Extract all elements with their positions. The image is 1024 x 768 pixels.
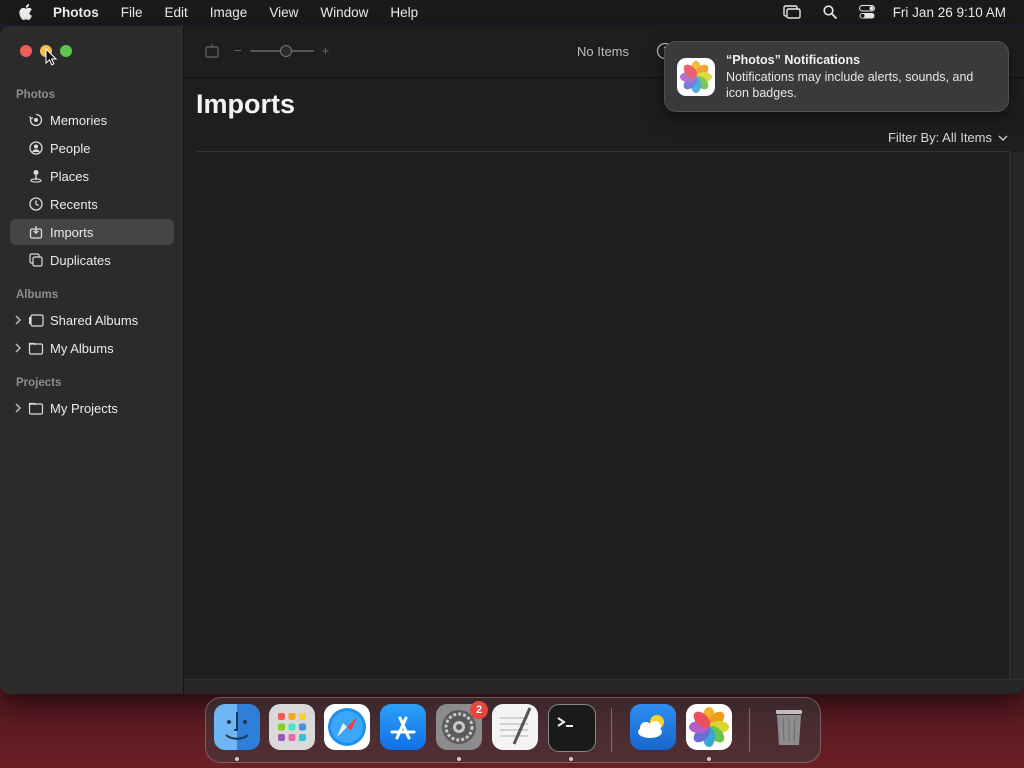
chevron-right-icon[interactable] — [14, 342, 24, 354]
sidebar-item-my-albums[interactable]: My Albums — [10, 335, 174, 361]
dock-textedit-icon[interactable] — [492, 704, 538, 750]
notification-body: Notifications may include alerts, sounds… — [726, 70, 974, 100]
chevron-right-icon[interactable] — [14, 402, 24, 414]
dock-running-indicator — [569, 757, 573, 761]
dock-app-store-icon[interactable] — [380, 704, 426, 750]
section-label-albums: Albums — [16, 289, 59, 301]
sidebar-item-label: Places — [50, 168, 90, 184]
page-title: Imports — [196, 89, 296, 119]
zoom-slider-knob[interactable] — [279, 44, 292, 57]
main-content: − + No Items Imports Filter By: All Item… — [184, 26, 1024, 694]
apple-menu-icon[interactable] — [19, 4, 35, 20]
people-icon — [28, 140, 44, 156]
menu-bar: Photos File Edit Image View Window Help … — [0, 0, 1024, 24]
section-label-photos: Photos — [16, 89, 55, 101]
sidebar-item-label: Duplicates — [50, 252, 111, 268]
recents-icon — [28, 196, 44, 212]
horizontal-scrollbar[interactable] — [184, 679, 1024, 694]
filter-label[interactable]: Filter By: All Items — [888, 130, 992, 145]
zoom-in-icon[interactable]: + — [322, 43, 330, 58]
dock-running-indicator — [235, 757, 239, 761]
dock-launchpad-icon[interactable] — [269, 704, 315, 750]
imports-icon — [28, 224, 44, 240]
dock-separator — [611, 708, 612, 752]
dock-separator — [749, 708, 750, 752]
shared-albums-icon — [28, 312, 44, 328]
memories-icon — [28, 112, 44, 128]
zoom-window-button[interactable] — [60, 45, 72, 57]
dock: 2 — [205, 697, 821, 763]
dock-safari-icon[interactable] — [324, 704, 370, 750]
sidebar-item-recents[interactable]: Recents — [10, 191, 174, 217]
menu-help[interactable]: Help — [390, 5, 418, 20]
sidebar-item-label: My Projects — [50, 400, 118, 416]
menu-app-name[interactable]: Photos — [53, 5, 99, 20]
sidebar-item-people[interactable]: People — [10, 135, 174, 161]
section-label-projects: Projects — [16, 377, 62, 389]
filter-menu[interactable]: Filter By: All Items — [888, 130, 1008, 145]
sidebar-item-places[interactable]: Places — [10, 163, 174, 189]
sidebar-item-imports[interactable]: Imports — [10, 219, 174, 245]
menu-edit[interactable]: Edit — [165, 5, 188, 20]
menu-file[interactable]: File — [121, 5, 143, 20]
sidebar-item-label: Shared Albums — [50, 312, 139, 328]
vertical-scrollbar[interactable] — [1009, 152, 1024, 680]
mouse-cursor-icon — [45, 47, 58, 71]
menubar-clock[interactable]: Fri Jan 26 9:10 AM — [893, 5, 1006, 20]
zoom-slider-track[interactable] — [249, 44, 314, 57]
dock-trash-icon[interactable] — [766, 704, 812, 750]
folder-icon — [28, 400, 44, 416]
dock-photos-icon[interactable] — [686, 704, 732, 750]
spotlight-search-icon[interactable] — [823, 5, 837, 19]
control-center-icon[interactable] — [858, 5, 875, 19]
sidebar-item-duplicates[interactable]: Duplicates — [10, 247, 174, 273]
rotate-icon[interactable] — [203, 43, 221, 64]
menu-view[interactable]: View — [269, 5, 298, 20]
sidebar-item-label: Memories — [50, 112, 108, 128]
photos-window: Photos Memories People Places Recents Im… — [0, 26, 1024, 694]
notification-banner[interactable]: “Photos” Notifications Notifications may… — [664, 41, 1009, 112]
chevron-right-icon[interactable] — [14, 314, 24, 326]
photos-app-icon — [677, 58, 715, 96]
dock-running-indicator — [457, 757, 461, 761]
places-icon — [28, 168, 44, 184]
sidebar: Photos Memories People Places Recents Im… — [0, 26, 184, 694]
notification-title: “Photos” Notifications — [726, 53, 861, 67]
sidebar-item-label: Recents — [50, 196, 98, 212]
photo-grid-area[interactable] — [184, 152, 1010, 680]
zoom-slider[interactable]: − + — [234, 43, 329, 58]
screen-mirroring-icon[interactable] — [782, 5, 801, 19]
sidebar-item-label: My Albums — [50, 340, 114, 356]
folder-icon — [28, 340, 44, 356]
sidebar-item-shared-albums[interactable]: Shared Albums — [10, 307, 174, 333]
item-count-label: No Items — [577, 44, 630, 59]
notification-badge: 2 — [470, 701, 488, 719]
dock-finder-icon[interactable] — [214, 704, 260, 750]
duplicates-icon — [28, 252, 44, 268]
chevron-down-icon[interactable] — [998, 130, 1008, 145]
close-window-button[interactable] — [20, 45, 32, 57]
dock-system-settings-icon[interactable]: 2 — [436, 701, 488, 750]
sidebar-item-my-projects[interactable]: My Projects — [10, 395, 174, 421]
sidebar-item-label: Imports — [50, 224, 94, 240]
menu-image[interactable]: Image — [210, 5, 248, 20]
menu-window[interactable]: Window — [320, 5, 368, 20]
dock-weather-icon[interactable] — [630, 704, 676, 750]
dock-terminal-icon[interactable] — [548, 704, 596, 752]
sidebar-item-memories[interactable]: Memories — [10, 107, 174, 133]
dock-running-indicator — [707, 757, 711, 761]
sidebar-item-label: People — [50, 140, 91, 156]
zoom-out-icon[interactable]: − — [234, 43, 242, 58]
